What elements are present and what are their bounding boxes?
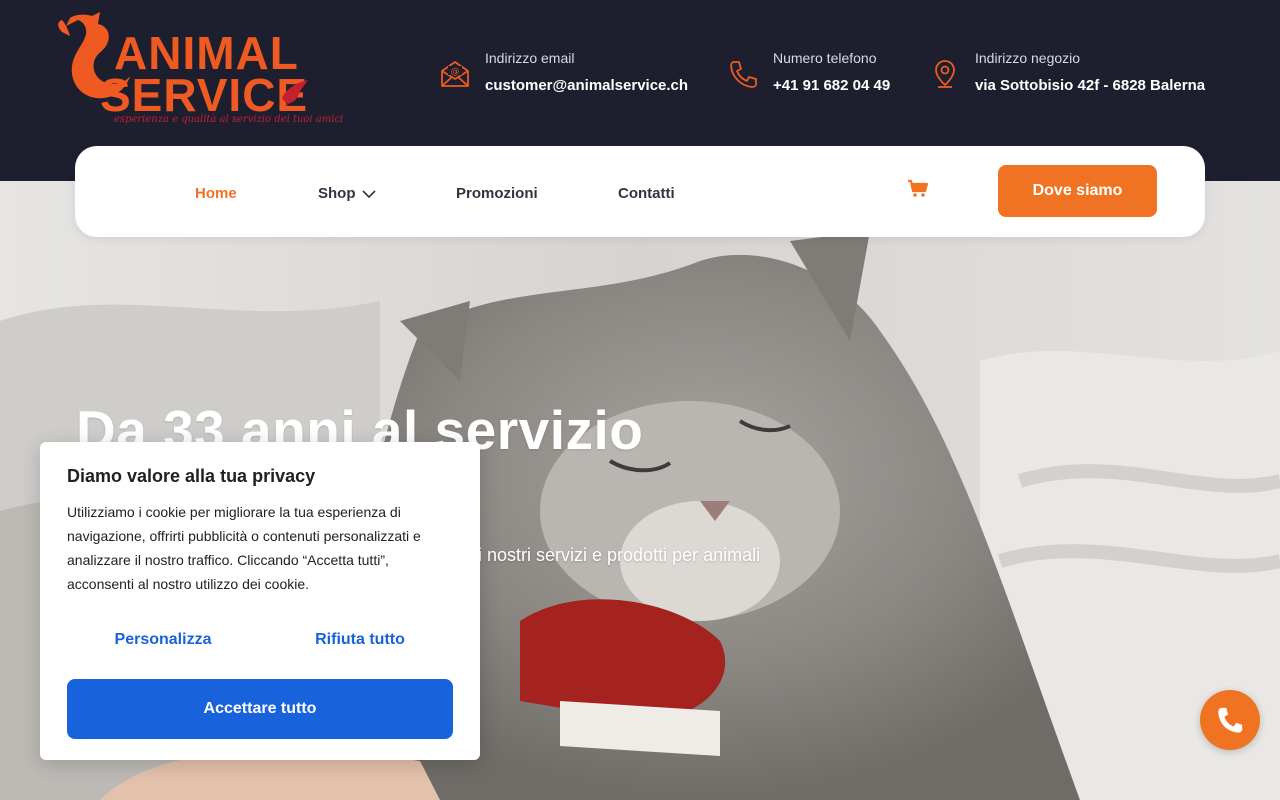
cookie-reject-button[interactable]: Rifiuta tutto (263, 628, 457, 652)
location-pin-icon (935, 60, 955, 88)
contact-address: Indirizzo negozio via Sottobisio 42f - 6… (929, 50, 1219, 100)
main-nav: Home Shop Promozioni Contatti Dove siamo (75, 146, 1205, 237)
nav-item-promozioni[interactable]: Promozioni (456, 185, 538, 202)
contact-email-label: Indirizzo email (485, 50, 575, 66)
contact-email: @ Indirizzo email customer@animalservice… (439, 50, 699, 100)
nav-item-contatti[interactable]: Contatti (618, 185, 675, 202)
contact-phone-label: Numero telefono (773, 50, 877, 66)
logo-wordmark-line2: SERVICE (100, 69, 309, 121)
contact-email-link[interactable]: customer@animalservice.ch (485, 77, 688, 94)
cookie-accept-button[interactable]: Accettare tutto (67, 679, 453, 739)
email-icon: @ (441, 61, 469, 87)
bird-icon (282, 80, 308, 106)
chevron-down-icon (361, 190, 376, 199)
call-fab-button[interactable] (1200, 690, 1260, 750)
logo-tagline: esperienza e qualità al servizio dei tuo… (114, 114, 344, 125)
contact-address-link[interactable]: via Sottobisio 42f - 6828 Balerna (975, 77, 1205, 94)
cookie-text: Utilizziamo i cookie per migliorare la t… (67, 504, 421, 592)
nav-item-home[interactable]: Home (195, 185, 237, 202)
contact-phone: Numero telefono +41 91 682 04 49 (727, 50, 927, 100)
site-logo[interactable]: ANIMAL SERVICE esperienza e qualità al s… (56, 10, 343, 132)
cookie-customize-button[interactable]: Personalizza (66, 628, 260, 652)
nav-item-shop[interactable]: Shop (318, 185, 376, 202)
phone-icon (1218, 707, 1243, 733)
contact-address-label: Indirizzo negozio (975, 50, 1081, 66)
nav-item-shop-label: Shop (318, 185, 356, 202)
phone-icon (730, 61, 757, 88)
contact-phone-link[interactable]: +41 91 682 04 49 (773, 77, 890, 94)
shopping-cart-icon[interactable] (907, 179, 929, 199)
svg-text:@: @ (451, 67, 460, 77)
cookie-consent-dialog: Diamo valore alla tua privacy Utilizziam… (40, 442, 480, 760)
cookie-title: Diamo valore alla tua privacy (67, 466, 316, 486)
dove-siamo-button[interactable]: Dove siamo (998, 165, 1157, 217)
hero-subtitle-visible: i nostri servizi e prodotti per animali (478, 545, 761, 565)
